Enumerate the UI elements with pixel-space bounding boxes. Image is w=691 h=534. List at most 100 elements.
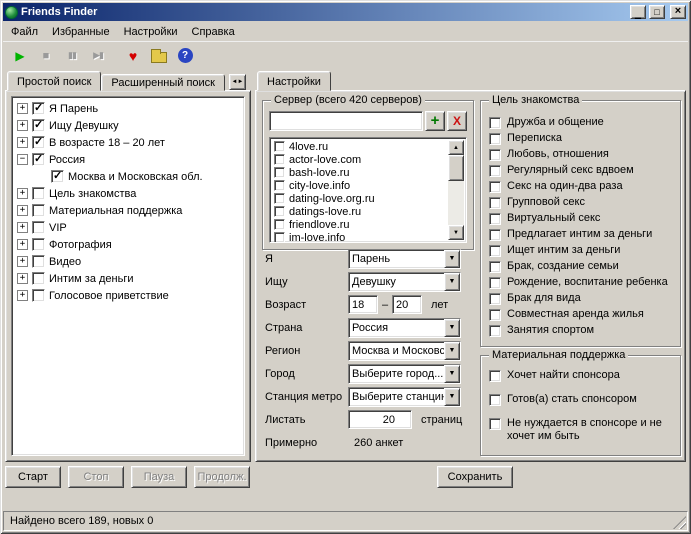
server-filter-input[interactable]	[269, 111, 423, 131]
goal-checkbox-item[interactable]: Любовь, отношения	[489, 148, 676, 164]
support-checkbox-item[interactable]: Хочет найти спонсора	[489, 369, 674, 382]
tree-expander-icon[interactable]: +	[17, 120, 28, 131]
scrollbar-thumb[interactable]	[448, 155, 464, 181]
goal-checkbox-item[interactable]: Ищет интим за деньги	[489, 244, 676, 260]
checkbox[interactable]	[489, 370, 501, 382]
server-item[interactable]: dating-love.org.ru	[272, 192, 448, 205]
i-am-select[interactable]: Парень ▼	[348, 249, 461, 269]
checkbox[interactable]	[489, 261, 501, 273]
checkbox[interactable]	[32, 289, 45, 302]
checkbox[interactable]	[489, 165, 501, 177]
checkbox[interactable]	[274, 206, 285, 217]
checkbox[interactable]	[489, 309, 501, 321]
goal-checkbox-item[interactable]: Брак для вида	[489, 292, 676, 308]
add-server-button[interactable]: +	[425, 111, 445, 131]
start-toolbar-button[interactable]: ▶	[8, 44, 32, 67]
checkbox[interactable]	[32, 255, 45, 268]
checkbox[interactable]	[274, 141, 285, 152]
tree-expander-icon[interactable]: −	[17, 154, 28, 165]
tab-scroll-button[interactable]: ◄►	[229, 74, 246, 90]
menu-help[interactable]: Справка	[185, 23, 242, 41]
region-select[interactable]: Москва и Московск ▼	[348, 341, 461, 361]
tree-item[interactable]: + Материальная поддержка	[12, 202, 244, 219]
checkbox[interactable]	[274, 180, 285, 191]
checkbox[interactable]	[489, 394, 501, 406]
tab-advanced-search[interactable]: Расширенный поиск	[101, 74, 225, 91]
pause-button[interactable]: Пауза	[131, 466, 187, 488]
checkbox[interactable]	[489, 197, 501, 209]
city-select[interactable]: Выберите город... ▼	[348, 364, 461, 384]
chevron-down-icon[interactable]: ▼	[444, 388, 460, 406]
tree-expander-icon[interactable]: +	[17, 205, 28, 216]
server-item[interactable]: datings-love.ru	[272, 205, 448, 218]
checkbox[interactable]	[32, 153, 45, 166]
tree-expander-icon[interactable]: +	[17, 290, 28, 301]
tree-expander-icon[interactable]: +	[17, 222, 28, 233]
checkbox[interactable]	[489, 293, 501, 305]
tree-item[interactable]: + Я Парень	[12, 100, 244, 117]
checkbox[interactable]	[489, 325, 501, 337]
folder-toolbar-button[interactable]	[147, 44, 171, 67]
checkbox[interactable]	[274, 232, 285, 243]
checkbox[interactable]	[489, 149, 501, 161]
tree-item[interactable]: + Фотография	[12, 236, 244, 253]
start-button[interactable]: Старт	[5, 466, 61, 488]
scroll-up-icon[interactable]: ▲	[448, 140, 464, 155]
tree-expander-icon[interactable]: +	[17, 103, 28, 114]
metro-select[interactable]: Выберите станцию ▼	[348, 387, 461, 407]
checkbox[interactable]	[274, 193, 285, 204]
server-item[interactable]: 4love.ru	[272, 140, 448, 153]
age-from-input[interactable]	[348, 295, 378, 314]
checkbox[interactable]	[274, 219, 285, 230]
tree-expander-icon[interactable]: +	[17, 239, 28, 250]
support-checkbox-item[interactable]: Готов(а) стать спонсором	[489, 393, 674, 406]
checkbox[interactable]	[32, 102, 45, 115]
checkbox[interactable]	[489, 213, 501, 225]
tree-expander-icon[interactable]: +	[17, 273, 28, 284]
resume-button[interactable]: Продолж.	[194, 466, 250, 488]
tree-item[interactable]: + Голосовое приветствие	[12, 287, 244, 304]
tree-item[interactable]: − Россия	[12, 151, 244, 168]
server-item[interactable]: friendlove.ru	[272, 218, 448, 231]
server-item[interactable]: im-love.info	[272, 231, 448, 243]
close-button[interactable]: ×	[670, 5, 686, 19]
pause-toolbar-button[interactable]: ▮▮	[60, 44, 84, 67]
goal-checkbox-item[interactable]: Совместная аренда жилья	[489, 308, 676, 324]
tree-item[interactable]: Москва и Московская обл.	[12, 168, 244, 185]
save-button[interactable]: Сохранить	[437, 466, 513, 488]
goal-checkbox-item[interactable]: Секс на один-два раза	[489, 180, 676, 196]
menu-settings[interactable]: Настройки	[117, 23, 185, 41]
checkbox[interactable]	[489, 418, 501, 430]
stop-toolbar-button[interactable]: ■	[34, 44, 58, 67]
chevron-down-icon[interactable]: ▼	[444, 250, 460, 268]
goal-checkbox-item[interactable]: Регулярный секс вдвоем	[489, 164, 676, 180]
checkbox[interactable]	[274, 154, 285, 165]
tree-expander-icon[interactable]: +	[17, 137, 28, 148]
goal-checkbox-item[interactable]: Групповой секс	[489, 196, 676, 212]
tree-item[interactable]: + Видео	[12, 253, 244, 270]
tree-item[interactable]: + Ищу Девушку	[12, 117, 244, 134]
stop-button[interactable]: Стоп	[68, 466, 124, 488]
help-toolbar-button[interactable]: ?	[173, 44, 197, 67]
goal-checkbox-item[interactable]: Дружба и общение	[489, 116, 676, 132]
remove-server-button[interactable]: X	[447, 111, 467, 131]
checkbox[interactable]	[274, 167, 285, 178]
menu-file[interactable]: Файл	[4, 23, 45, 41]
chevron-down-icon[interactable]: ▼	[444, 342, 460, 360]
checkbox[interactable]	[489, 181, 501, 193]
tree-expander-icon[interactable]: +	[17, 188, 28, 199]
checkbox[interactable]	[32, 136, 45, 149]
tree-item[interactable]: + VIP	[12, 219, 244, 236]
resume-toolbar-button[interactable]: ▶▮	[86, 44, 110, 67]
pages-input[interactable]	[348, 410, 412, 429]
goal-checkbox-item[interactable]: Занятия спортом	[489, 324, 676, 340]
scroll-down-icon[interactable]: ▼	[448, 225, 464, 240]
goal-checkbox-item[interactable]: Брак, создание семьи	[489, 260, 676, 276]
checkbox[interactable]	[32, 187, 45, 200]
tree-expander-icon[interactable]: +	[17, 256, 28, 267]
chevron-down-icon[interactable]: ▼	[444, 319, 460, 337]
maximize-button[interactable]: □	[649, 5, 665, 19]
tree-item[interactable]: + В возрасте 18 – 20 лет	[12, 134, 244, 151]
server-item[interactable]: bash-love.ru	[272, 166, 448, 179]
checkbox[interactable]	[32, 238, 45, 251]
